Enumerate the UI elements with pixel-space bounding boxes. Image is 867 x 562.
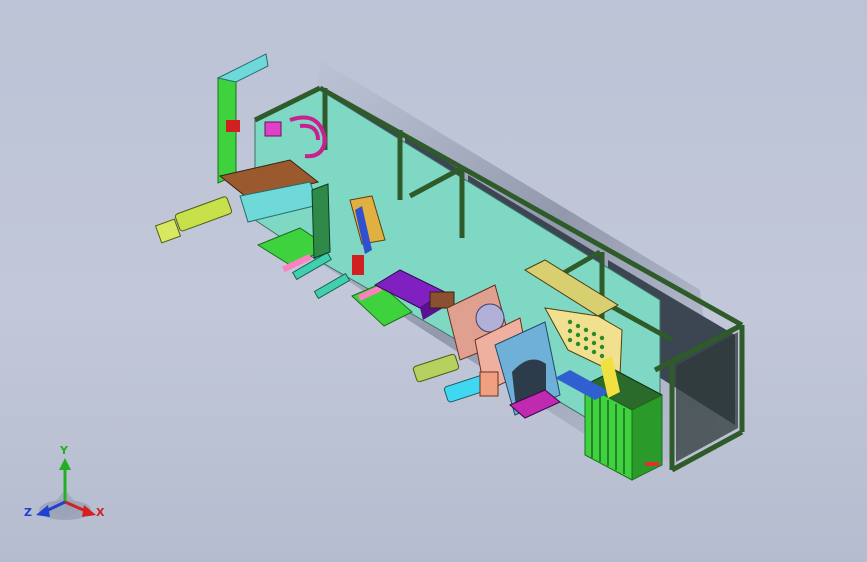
red-block-top — [226, 120, 240, 132]
lower-cylinder-1 — [412, 353, 460, 383]
collection-bin-side — [631, 394, 663, 481]
triad-z-label: Z — [24, 506, 32, 519]
red-marker — [645, 462, 659, 466]
red-actuator — [352, 255, 364, 275]
machine-assembly-model[interactable] — [0, 0, 867, 562]
left-cylinder-body — [174, 196, 233, 232]
small-cyl-2 — [313, 272, 351, 300]
upper-post-cap — [216, 53, 269, 83]
left-cylinder-cap — [154, 218, 182, 244]
center-column — [311, 183, 331, 259]
brown-block — [429, 291, 455, 309]
magenta-bracket — [264, 121, 282, 137]
cad-viewport[interactable]: Y X Z — [0, 0, 867, 562]
triad-y-label: Y — [59, 444, 69, 457]
y-axis-arrow-icon — [59, 458, 71, 470]
coordinate-triad[interactable]: Y X Z — [10, 440, 120, 550]
triad-x-label: X — [96, 506, 105, 519]
orange-bracket — [479, 371, 499, 397]
